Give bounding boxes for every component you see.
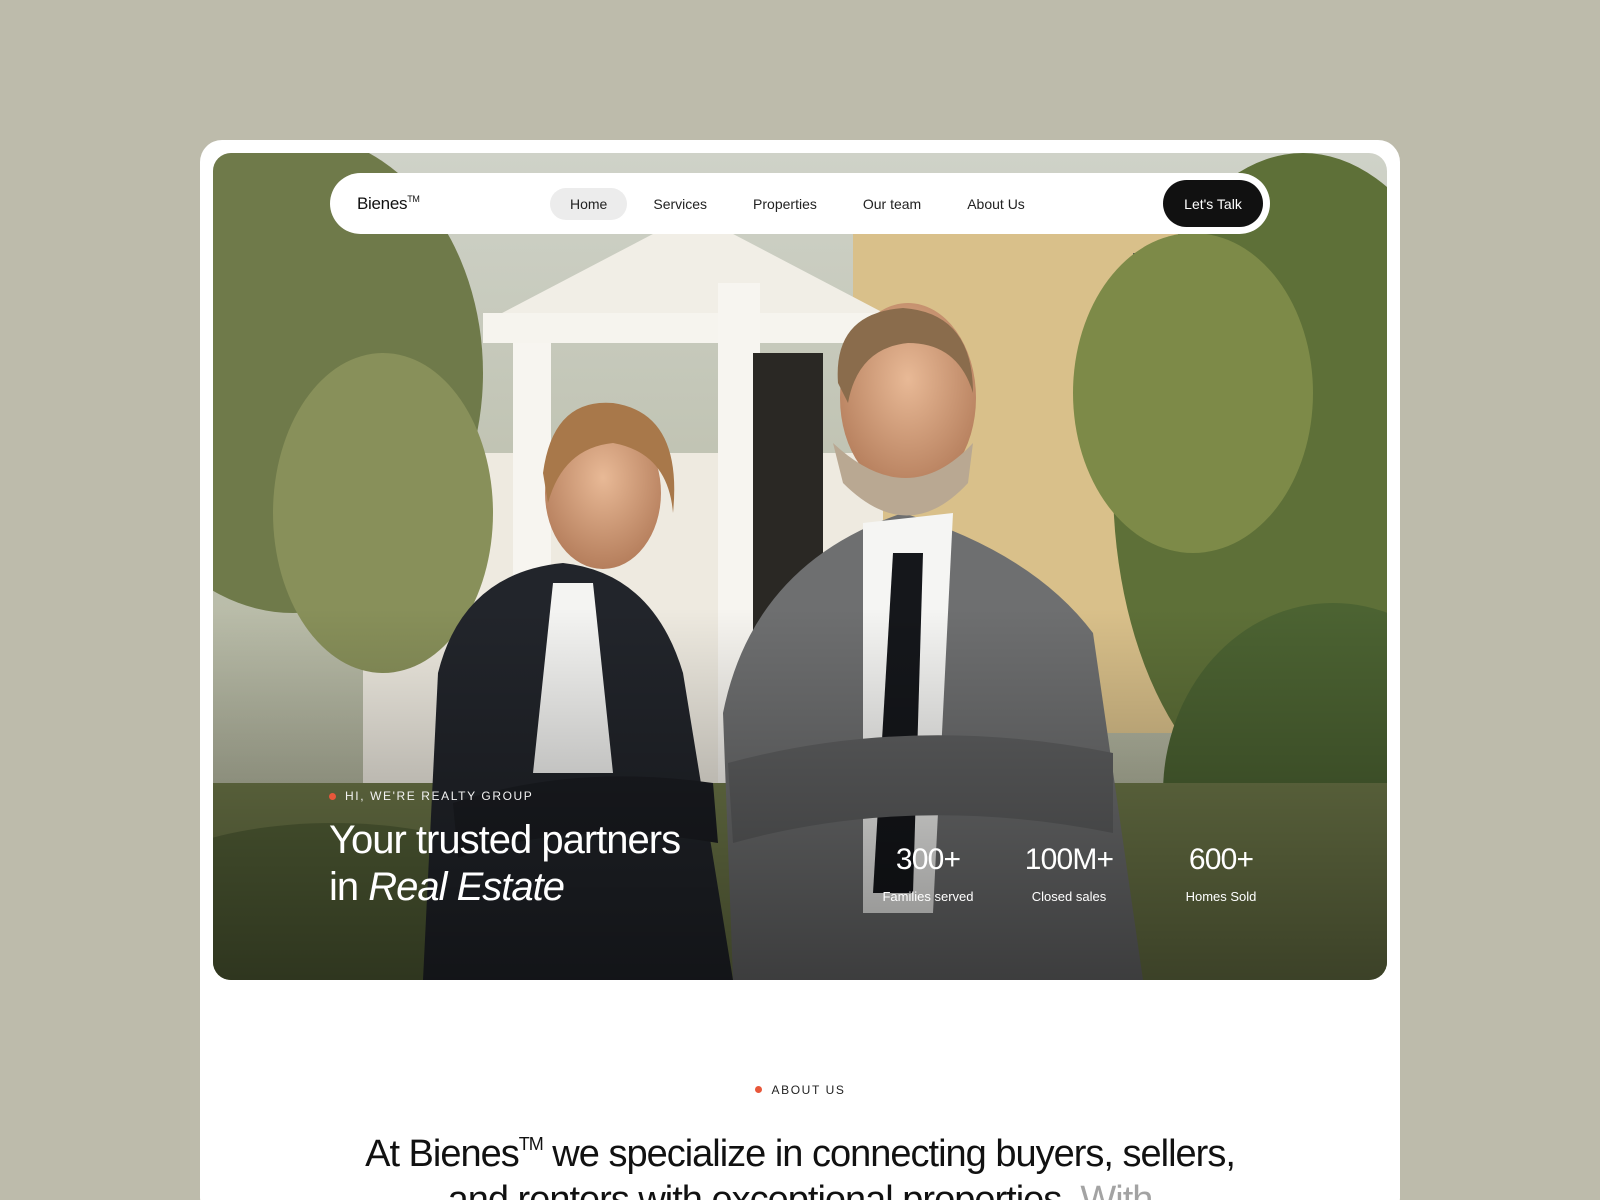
stat-label: Families served [882,889,974,904]
hero-eyebrow-text: HI, WE'RE REALTY GROUP [345,789,534,803]
lets-talk-button[interactable]: Let's Talk [1163,180,1263,227]
headline-in: in [329,865,369,909]
stat-label: Homes Sold [1185,889,1257,904]
nav-about-us[interactable]: About Us [947,188,1045,220]
about-eyebrow-text: ABOUT US [771,1082,846,1097]
stat-families: 300+ Families served [868,843,988,904]
nav-home[interactable]: Home [550,187,628,220]
hero-eyebrow: HI, WE'RE REALTY GROUP [329,789,533,803]
stat-homes-sold: 600+ Homes Sold [1161,843,1281,904]
headline-emphasis: Real Estate [368,865,565,909]
stat-closed-sales: 100M+ Closed sales [1009,843,1129,904]
hero-section: BienesTM Home Services Properties Our te… [213,153,1387,980]
top-navbar: BienesTM Home Services Properties Our te… [330,173,1270,234]
nav-services[interactable]: Services [633,188,727,220]
about-eyebrow: ABOUT US [754,1082,846,1097]
hero-headline: Your trusted partners in Real Estate [329,817,681,911]
stat-value: 600+ [1188,843,1254,876]
about-statement: At BienesTM we specialize in connecting … [365,1133,1236,1200]
stat-value: 300+ [895,843,961,876]
headline-line-1: Your trusted partners [329,818,681,862]
nav-properties[interactable]: Properties [733,188,837,220]
stat-value: 100M+ [1024,843,1114,876]
nav-links: Home Services Properties Our team About … [550,187,1045,220]
accent-dot-icon [754,1086,762,1093]
site-frame: BienesTM Home Services Properties Our te… [200,140,1400,1200]
stat-label: Closed sales [1031,889,1107,904]
brand-logo[interactable]: BienesTM [357,194,550,214]
about-section: ABOUT US At BienesTM we specialize in co… [200,1080,1400,1200]
nav-our-team[interactable]: Our team [843,188,941,220]
accent-dot-icon [329,792,336,800]
